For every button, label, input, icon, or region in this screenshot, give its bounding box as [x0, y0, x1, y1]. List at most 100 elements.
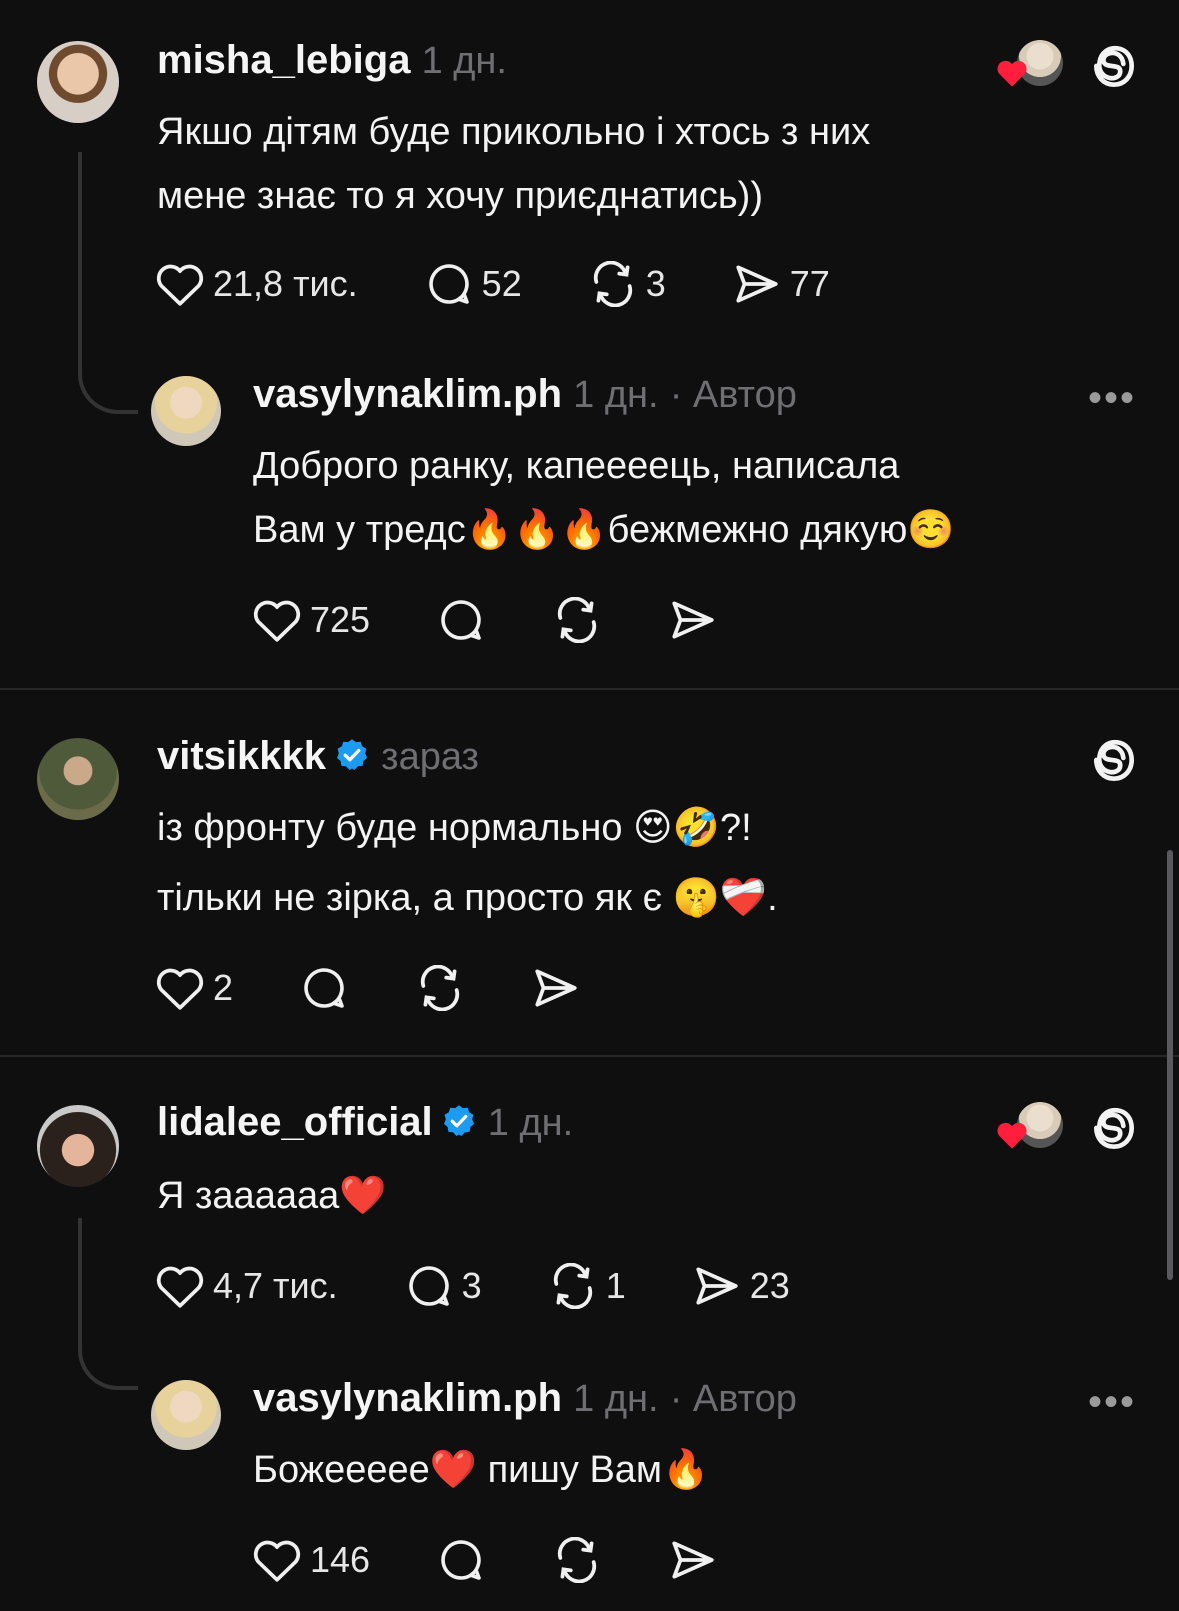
heart-icon	[156, 1266, 204, 1308]
reply-actions: 725	[252, 590, 718, 650]
share-button[interactable]: 23	[692, 1263, 790, 1309]
section-divider	[0, 1055, 1179, 1057]
reply-actions: 146	[252, 1530, 718, 1590]
heart-icon	[156, 264, 204, 306]
repost-icon	[557, 597, 597, 643]
comment-bubble-icon	[441, 1540, 481, 1580]
comment-text-line: тільки не зірка, а просто як є 🤫❤️‍🩹.	[157, 877, 778, 919]
comment-username[interactable]: misha_lebiga 1 дн.	[157, 38, 507, 83]
comment-text-line: мене знає то я хочу приєднатись))	[157, 175, 763, 217]
like-count: 725	[310, 599, 371, 640]
heart-icon	[156, 968, 204, 1010]
share-count: 23	[749, 1265, 790, 1306]
heart-icon	[253, 1540, 301, 1582]
comment-text-line: Я зааааaa❤️	[157, 1175, 387, 1217]
verified-badge-icon	[337, 739, 368, 770]
repost-count: 1	[605, 1265, 626, 1306]
share-button[interactable]: 77	[732, 261, 830, 307]
verified-badge-icon	[443, 1105, 474, 1136]
like-button[interactable]: 4,7 тис.	[155, 1263, 338, 1309]
comment-actions: 4,7 тис. 3 1 23	[155, 1256, 790, 1316]
reply-button[interactable]	[436, 596, 486, 644]
reply-text-line: Доброго ранку, капеееець, написала	[253, 445, 900, 487]
share-count: 77	[789, 263, 830, 304]
reply-time: 1 дн.	[573, 1378, 659, 1420]
share-button[interactable]	[668, 1537, 718, 1583]
reply-username[interactable]: vasylynaklim.ph 1 дн. · Автор	[253, 1376, 797, 1421]
repost-button[interactable]: 1	[548, 1263, 626, 1309]
username-text[interactable]: vasylynaklim.ph	[253, 1376, 562, 1420]
comment-time: зараз	[381, 736, 479, 778]
avatar-vitsikkkk[interactable]	[37, 738, 119, 820]
comment-text-line: із фронту буде нормально 😍🤣?!	[157, 807, 752, 849]
liked-by-author-badge	[995, 1102, 1065, 1152]
thread-connector-line	[78, 152, 138, 414]
author-label: · Автор	[669, 374, 797, 416]
repost-button[interactable]	[552, 597, 602, 643]
reply-text-line: Вам у тредс🔥🔥🔥бежмежно дякую☺️	[253, 509, 955, 551]
threads-logo-icon	[1093, 45, 1135, 88]
comment-username[interactable]: lidalee_official 1 дн.	[157, 1100, 573, 1145]
avatar-misha[interactable]	[37, 41, 119, 123]
share-button[interactable]	[668, 597, 718, 643]
send-icon	[696, 1267, 738, 1305]
reply-button[interactable]: 52	[424, 260, 522, 308]
username-text[interactable]: vitsikkkk	[157, 734, 326, 778]
comment-bubble-icon	[428, 264, 469, 304]
like-count: 4,7 тис.	[213, 1265, 338, 1306]
section-divider	[0, 688, 1179, 690]
username-text[interactable]: vasylynaklim.ph	[253, 372, 562, 416]
username-text[interactable]: misha_lebiga	[157, 38, 410, 82]
repost-icon	[593, 261, 632, 307]
like-button[interactable]: 725	[252, 597, 370, 643]
repost-icon	[420, 965, 460, 1011]
reply-button[interactable]: 3	[404, 1262, 482, 1310]
avatar-vasylyna[interactable]	[151, 376, 221, 446]
like-count: 2	[213, 967, 234, 1008]
thread-connector-line	[78, 1218, 138, 1390]
send-icon	[672, 1541, 714, 1579]
reply-button[interactable]	[436, 1536, 486, 1584]
threads-logo-icon	[1093, 1107, 1135, 1150]
comment-username[interactable]: vitsikkkk зараз	[157, 734, 479, 779]
reply-count: 3	[461, 1265, 482, 1306]
send-icon	[672, 601, 714, 639]
like-button[interactable]: 21,8 тис.	[155, 261, 358, 307]
comment-bubble-icon	[408, 1266, 449, 1306]
username-text[interactable]: lidalee_official	[157, 1100, 433, 1144]
author-label: · Автор	[669, 1378, 797, 1420]
reply-time: 1 дн.	[573, 374, 659, 416]
comment-time: 1 дн.	[487, 1102, 574, 1144]
comment-time: 1 дн.	[421, 40, 507, 82]
scrollbar[interactable]	[1167, 850, 1173, 1280]
repost-button[interactable]	[552, 1537, 602, 1583]
like-count: 21,8 тис.	[213, 263, 358, 304]
more-options-button[interactable]: •••	[1088, 1380, 1136, 1425]
comment-bubble-icon	[441, 600, 481, 640]
threads-logo-icon	[1093, 739, 1135, 782]
heart-icon	[253, 600, 301, 642]
more-options-button[interactable]: •••	[1088, 376, 1136, 421]
repost-button[interactable]: 3	[588, 261, 666, 307]
avatar-lidalee[interactable]	[37, 1105, 119, 1187]
repost-icon	[553, 1263, 592, 1309]
share-button[interactable]	[531, 965, 581, 1011]
send-icon	[736, 265, 778, 303]
repost-icon	[557, 1537, 597, 1583]
reply-username[interactable]: vasylynaklim.ph 1 дн. · Автор	[253, 372, 797, 417]
comment-actions: 21,8 тис. 52 3 77	[155, 254, 830, 314]
send-icon	[535, 969, 577, 1007]
like-count: 146	[310, 1539, 371, 1580]
like-button[interactable]: 146	[252, 1537, 370, 1583]
heart-filled-icon	[997, 60, 1027, 87]
heart-filled-icon	[997, 1122, 1027, 1149]
repost-button[interactable]	[415, 965, 465, 1011]
comment-actions: 2	[155, 958, 581, 1018]
reply-button[interactable]	[299, 964, 349, 1012]
reply-count: 52	[481, 263, 522, 304]
liked-by-author-badge	[995, 40, 1065, 90]
comment-bubble-icon	[304, 968, 344, 1008]
repost-count: 3	[645, 263, 666, 304]
like-button[interactable]: 2	[155, 965, 233, 1011]
avatar-vasylyna[interactable]	[151, 1380, 221, 1450]
